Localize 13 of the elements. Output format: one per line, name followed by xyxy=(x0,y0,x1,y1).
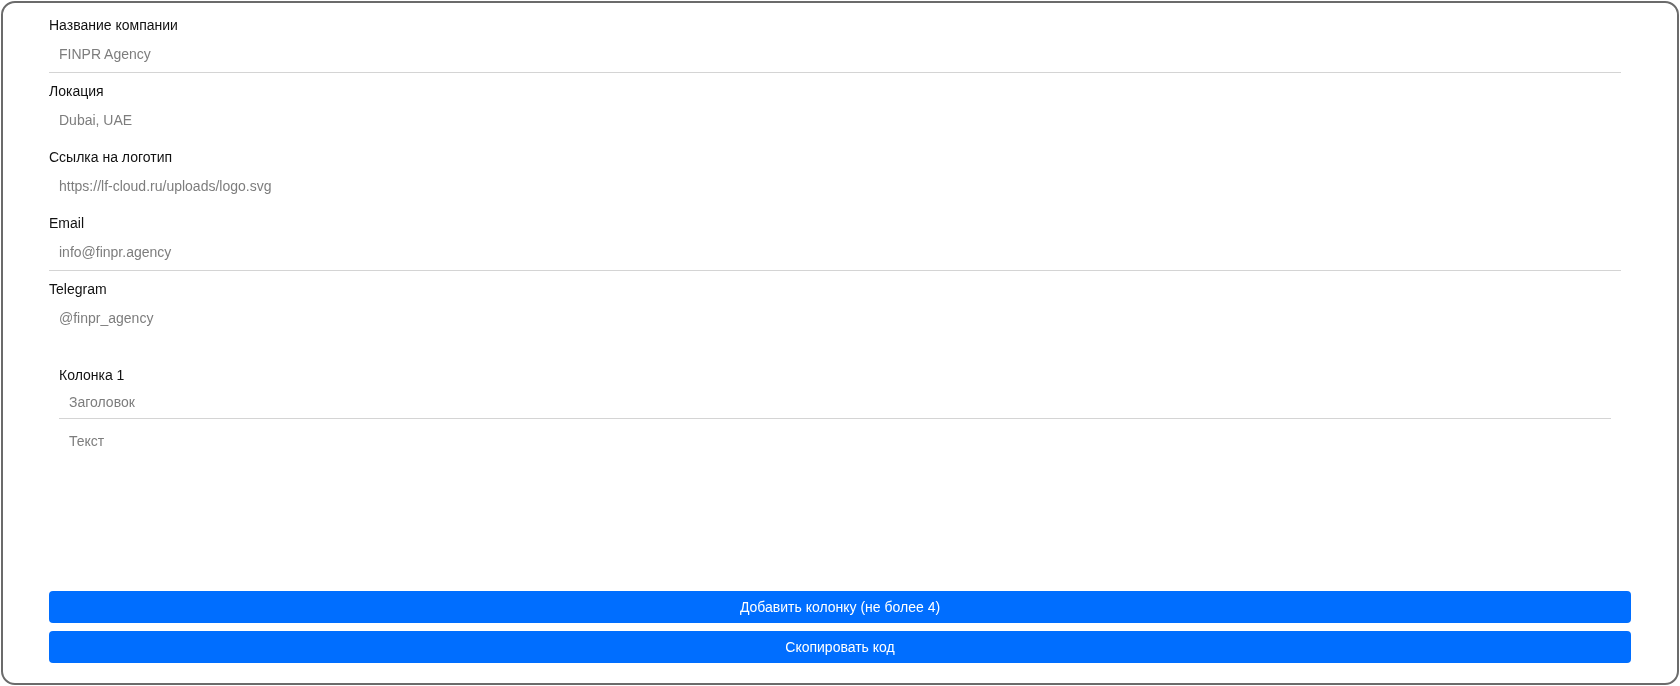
field-label: Ссылка на логотип xyxy=(49,148,173,167)
field-label: Telegram xyxy=(49,280,107,299)
field-label: Локация xyxy=(49,82,104,101)
input-field[interactable]: FINPR Agency xyxy=(49,35,1621,73)
column-label: Колонка 1 xyxy=(59,366,125,385)
action-button[interactable]: Скопировать код xyxy=(49,631,1631,663)
input-field[interactable]: info@finpr.agency xyxy=(49,233,1621,271)
field-label: Email xyxy=(49,214,84,233)
input-field[interactable]: https://lf-cloud.ru/uploads/logo.svg xyxy=(49,167,1621,205)
field-label: Название компании xyxy=(49,16,178,35)
input-field[interactable]: @finpr_agency xyxy=(49,299,1621,337)
input-field[interactable]: Dubai, UAE xyxy=(49,101,1621,139)
action-button[interactable]: Добавить колонку (не более 4) xyxy=(49,591,1631,623)
